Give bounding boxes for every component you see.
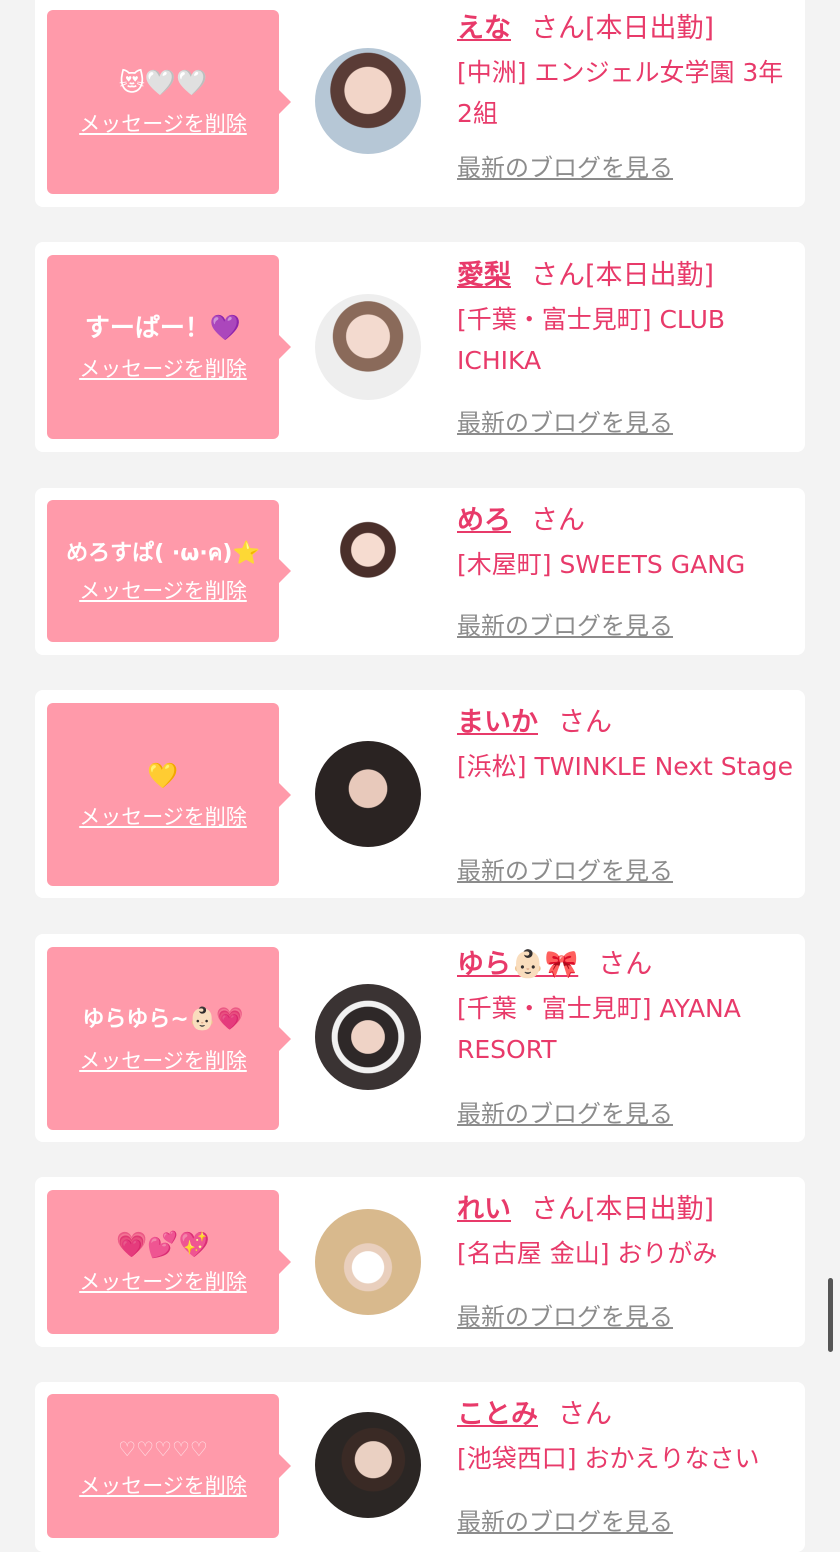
message-text: めろすぱ( ·ω·ค)⭐️ [66, 541, 260, 566]
shop-name[interactable]: [浜松] TWINKLE Next Stage [457, 746, 797, 787]
message-text: 💗💕💖 [116, 1230, 210, 1259]
avatar[interactable] [315, 1209, 421, 1315]
delete-message-link[interactable]: メッセージを削除 [79, 356, 247, 382]
avatar[interactable] [315, 294, 421, 400]
message-bubble: 😻🤍🤍 メッセージを削除 [47, 10, 291, 194]
message-card: すーぱー！💜 メッセージを削除 愛梨 さん[本日出勤] [千葉・富士見町] CLU… [35, 242, 805, 452]
profile-info: れい さん[本日出勤] [名古屋 金山] おりがみ 最新のブログを見る [457, 1193, 797, 1343]
avatar[interactable] [315, 1412, 421, 1518]
avatar[interactable] [315, 741, 421, 847]
girl-name-link[interactable]: ゆら👶🏻🎀 [457, 949, 578, 980]
avatar[interactable] [315, 48, 421, 154]
honorific: さん [558, 1399, 612, 1430]
delete-message-link[interactable]: メッセージを削除 [79, 1473, 247, 1499]
message-card: ♡♡♡♡♡ メッセージを削除 ことみ さん [池袋西口] おかえりなさい 最新のブ… [35, 1382, 805, 1552]
message-card: めろすぱ( ·ω·ค)⭐️ メッセージを削除 めろ さん [木屋町] SWEETS… [35, 488, 805, 655]
girl-name-link[interactable]: ことみ [457, 1399, 538, 1430]
message-text: 😻🤍🤍 [118, 68, 208, 97]
honorific: さん [531, 260, 585, 291]
girl-name-link[interactable]: めろ [457, 505, 511, 536]
message-text: ゆらゆら~👶🏻💗 [82, 1006, 244, 1032]
blog-link[interactable]: 最新のブログを見る [457, 1094, 673, 1129]
avatar[interactable] [315, 518, 421, 624]
profile-info: ゆら👶🏻🎀 さん [千葉・富士見町] AYANA RESORT 最新のブログを見る [457, 948, 797, 1138]
message-card: 💗💕💖 メッセージを削除 れい さん[本日出勤] [名古屋 金山] おりがみ 最新… [35, 1177, 805, 1347]
status-badge: [本日出勤] [585, 1194, 715, 1225]
delete-message-link[interactable]: メッセージを削除 [79, 1269, 247, 1295]
delete-message-link[interactable]: メッセージを削除 [79, 1048, 247, 1074]
shop-name[interactable]: [名古屋 金山] おりがみ [457, 1233, 797, 1274]
blog-link[interactable]: 最新のブログを見る [457, 606, 673, 641]
delete-message-link[interactable]: メッセージを削除 [79, 804, 247, 830]
message-bubble: めろすぱ( ·ω·ค)⭐️ メッセージを削除 [47, 500, 291, 642]
message-card: 💛 メッセージを削除 まいか さん [浜松] TWINKLE Next Stage… [35, 690, 805, 898]
message-bubble: 💗💕💖 メッセージを削除 [47, 1190, 291, 1334]
profile-info: ことみ さん [池袋西口] おかえりなさい 最新のブログを見る [457, 1398, 797, 1548]
shop-name[interactable]: [千葉・富士見町] CLUB ICHIKA [457, 299, 797, 381]
blog-link[interactable]: 最新のブログを見る [457, 1502, 673, 1537]
delete-message-link[interactable]: メッセージを削除 [79, 111, 247, 137]
girl-name-link[interactable]: 愛梨 [457, 260, 511, 291]
girl-name-link[interactable]: れい [457, 1194, 511, 1225]
profile-info: えな さん[本日出勤] [中洲] エンジェル女学園 3年2組 最新のブログを見る [457, 12, 797, 202]
message-text: すーぱー！💜 [84, 313, 242, 342]
message-text: 💛 [147, 760, 179, 790]
profile-info: 愛梨 さん[本日出勤] [千葉・富士見町] CLUB ICHIKA 最新のブログを… [457, 259, 797, 449]
message-bubble: すーぱー！💜 メッセージを削除 [47, 255, 291, 439]
avatar[interactable] [315, 984, 421, 1090]
profile-info: まいか さん [浜松] TWINKLE Next Stage 最新のブログを見る [457, 706, 797, 896]
delete-message-link[interactable]: メッセージを削除 [79, 578, 247, 604]
status-badge: [本日出勤] [585, 260, 715, 291]
message-bubble: ♡♡♡♡♡ メッセージを削除 [47, 1394, 291, 1538]
shop-name[interactable]: [木屋町] SWEETS GANG [457, 544, 797, 585]
scrollbar[interactable] [828, 1278, 833, 1352]
profile-info: めろ さん [木屋町] SWEETS GANG 最新のブログを見る [457, 504, 797, 654]
honorific: さん [598, 949, 653, 980]
message-text: ♡♡♡♡♡ [118, 1437, 208, 1461]
message-bubble: 💛 メッセージを削除 [47, 703, 291, 886]
girl-name-link[interactable]: まいか [457, 707, 538, 738]
message-card: 😻🤍🤍 メッセージを削除 えな さん[本日出勤] [中洲] エンジェル女学園 3年… [35, 0, 805, 207]
honorific: さん [531, 505, 585, 536]
blog-link[interactable]: 最新のブログを見る [457, 403, 673, 438]
honorific: さん [531, 13, 585, 44]
shop-name[interactable]: [中洲] エンジェル女学園 3年2組 [457, 52, 797, 134]
honorific: さん [531, 1194, 585, 1225]
blog-link[interactable]: 最新のブログを見る [457, 1297, 673, 1332]
blog-link[interactable]: 最新のブログを見る [457, 148, 673, 183]
shop-name[interactable]: [千葉・富士見町] AYANA RESORT [457, 988, 797, 1070]
girl-name-link[interactable]: えな [457, 13, 511, 44]
message-card: ゆらゆら~👶🏻💗 メッセージを削除 ゆら👶🏻🎀 さん [千葉・富士見町] AYAN… [35, 934, 805, 1142]
status-badge: [本日出勤] [585, 13, 715, 44]
honorific: さん [558, 707, 612, 738]
blog-link[interactable]: 最新のブログを見る [457, 851, 673, 886]
message-bubble: ゆらゆら~👶🏻💗 メッセージを削除 [47, 947, 291, 1130]
shop-name[interactable]: [池袋西口] おかえりなさい [457, 1438, 797, 1479]
